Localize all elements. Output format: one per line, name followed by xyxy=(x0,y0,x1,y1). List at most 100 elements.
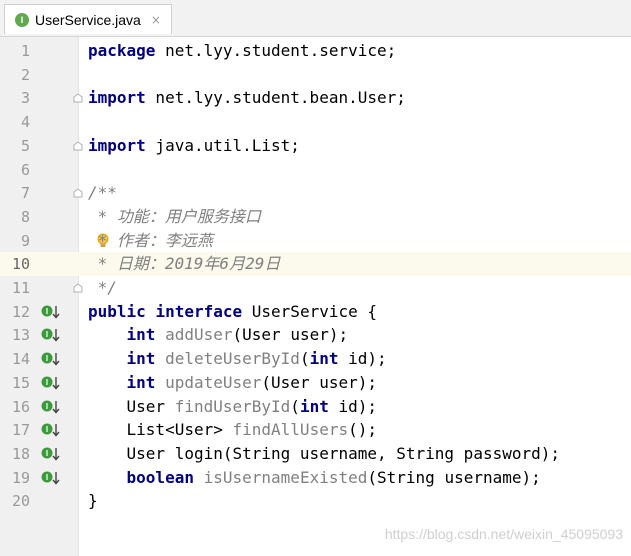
code-line[interactable]: 19 I boolean isUsernameExisted(String use… xyxy=(0,466,631,490)
implemented-by-icon[interactable]: I xyxy=(41,471,63,485)
code-text: */ xyxy=(88,276,117,300)
code-text: User findUserById(int id); xyxy=(88,395,377,419)
watermark: https://blog.csdn.net/weixin_45095093 xyxy=(384,526,623,542)
keyword-token: import xyxy=(88,88,146,108)
close-tab-icon[interactable]: × xyxy=(151,13,161,27)
code-token: } xyxy=(88,491,98,511)
code-text: boolean isUsernameExisted(String usernam… xyxy=(88,466,541,490)
svg-text:I: I xyxy=(46,378,48,387)
code-line[interactable]: 3 import net.lyy.student.bean.User; xyxy=(0,86,631,110)
line-number: 7 xyxy=(20,184,30,203)
line-number: 16 xyxy=(11,397,30,416)
keyword-token: package xyxy=(88,41,156,60)
implemented-by-icon[interactable]: I xyxy=(41,376,63,390)
comment-token: * 功能：用户服务接口 xyxy=(88,206,261,226)
implemented-by-icon[interactable]: I xyxy=(41,423,63,437)
code-text: package net.lyy.student.service; xyxy=(88,39,396,63)
svg-text:I: I xyxy=(46,449,48,458)
code-text: import java.util.List; xyxy=(88,134,300,158)
code-line[interactable]: 6 xyxy=(0,158,631,182)
code-token: UserService { xyxy=(242,301,377,321)
code-token: User login(String username, String passw… xyxy=(88,443,561,463)
comment-token: * 日期：2019年6月29日 xyxy=(88,254,281,274)
line-number: 1 xyxy=(20,42,30,60)
code-line[interactable]: 13 I int addUser(User user); xyxy=(0,323,631,347)
tab-label: UserService.java xyxy=(35,11,141,28)
code-line[interactable]: 4 xyxy=(0,110,631,134)
comment-token: */ xyxy=(88,278,117,297)
svg-text:I: I xyxy=(46,402,48,411)
line-number: 9 xyxy=(20,231,30,250)
keyword-token: int xyxy=(126,372,156,392)
code-text: import net.lyy.student.bean.User; xyxy=(88,86,406,110)
code-line[interactable]: 1 package net.lyy.student.service; xyxy=(0,39,631,63)
line-number: 20 xyxy=(11,492,30,511)
code-text: } xyxy=(88,489,98,513)
line-number: 12 xyxy=(11,302,30,321)
keyword-token: int xyxy=(126,325,156,345)
line-number: 6 xyxy=(20,160,30,179)
method-name-token: addUser xyxy=(165,325,233,345)
keyword-token: int xyxy=(299,396,329,416)
code-line[interactable]: 9 * 作者：李远燕 xyxy=(0,229,631,253)
implemented-by-icon[interactable]: I xyxy=(41,400,63,414)
svg-text:I: I xyxy=(46,354,48,363)
code-text: * 日期：2019年6月29日 xyxy=(88,252,281,276)
fold-marker-icon[interactable] xyxy=(73,141,83,151)
svg-text:I: I xyxy=(46,307,48,316)
code-line[interactable]: 2 xyxy=(0,63,631,87)
code-line[interactable]: 8 * 功能：用户服务接口 xyxy=(0,205,631,229)
code-text: int deleteUserById(int id); xyxy=(88,347,387,371)
code-line[interactable]: 18 I User login(String username, String p… xyxy=(0,442,631,466)
code-line[interactable]: 12 Ipublic interface UserService { xyxy=(0,300,631,324)
line-number: 3 xyxy=(20,89,30,108)
code-token: (User user); xyxy=(232,325,349,345)
implemented-by-icon[interactable]: I xyxy=(41,447,63,461)
code-line[interactable]: 20} xyxy=(0,489,631,513)
line-number: 18 xyxy=(11,444,30,463)
code-text: * 作者：李远燕 xyxy=(88,229,213,253)
code-line[interactable]: 10 * 日期：2019年6月29日 xyxy=(0,252,631,277)
code-token: id); xyxy=(328,396,378,416)
fold-marker-icon[interactable] xyxy=(73,188,83,198)
method-name-token: findAllUsers xyxy=(232,420,349,440)
implemented-by-icon[interactable]: I xyxy=(41,328,63,342)
code-token: java.util.List; xyxy=(145,135,300,155)
code-token: (String username); xyxy=(367,467,541,487)
method-name-token: findUserById xyxy=(174,396,291,416)
keyword-token: public xyxy=(88,301,146,321)
code-token: net.lyy.student.bean.User; xyxy=(145,88,406,108)
line-number: 10 xyxy=(11,255,30,274)
implemented-by-icon[interactable]: I xyxy=(41,305,63,319)
code-token: User xyxy=(88,396,175,416)
code-token: net.lyy.student.service; xyxy=(155,41,397,60)
code-text: List<User> findAllUsers(); xyxy=(88,418,377,442)
keyword-token: int xyxy=(126,349,156,369)
implemented-by-icon[interactable]: I xyxy=(41,352,63,366)
code-line[interactable]: 5 import java.util.List; xyxy=(0,134,631,158)
code-line[interactable]: 15 I int updateUser(User user); xyxy=(0,371,631,395)
code-text: /** xyxy=(88,181,117,205)
code-token: (User user); xyxy=(261,372,377,392)
code-text: User login(String username, String passw… xyxy=(88,442,560,466)
code-token: List<User> xyxy=(88,420,233,440)
editor-tab-bar: I UserService.java × xyxy=(0,0,631,37)
line-number: 17 xyxy=(11,421,30,440)
code-line[interactable]: 16 I User findUserById(int id); xyxy=(0,395,631,419)
code-text: int updateUser(User user); xyxy=(88,371,377,395)
code-token: ( xyxy=(299,349,310,369)
tab-userservice-java[interactable]: I UserService.java × xyxy=(4,4,172,34)
fold-marker-icon[interactable] xyxy=(73,283,83,293)
code-line[interactable]: 14 I int deleteUserById(int id); xyxy=(0,347,631,371)
code-line[interactable]: 7 /** xyxy=(0,181,631,205)
fold-marker-icon[interactable] xyxy=(73,93,83,103)
code-line[interactable]: 11 */ xyxy=(0,276,631,300)
code-line[interactable]: 17 I List<User> findAllUsers(); xyxy=(0,418,631,442)
